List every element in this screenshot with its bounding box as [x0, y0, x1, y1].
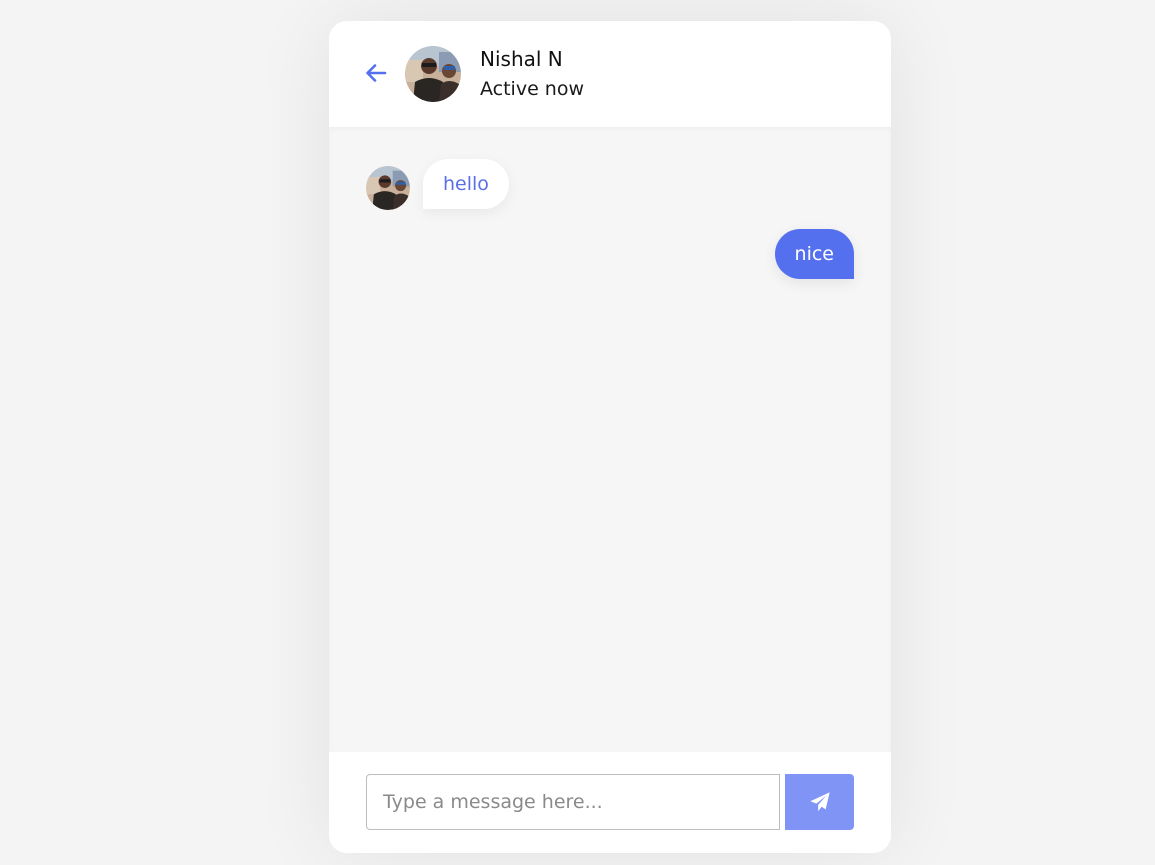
send-button[interactable]: [785, 774, 854, 830]
profile-photo: [366, 166, 410, 210]
profile-photo: [405, 46, 461, 102]
avatar[interactable]: [405, 46, 461, 102]
message-list[interactable]: hello nice: [329, 127, 891, 752]
chat-header: Nishal N Active now: [329, 21, 891, 127]
incoming-message: hello: [423, 159, 509, 209]
arrow-left-icon: [366, 64, 387, 82]
message-input[interactable]: [366, 774, 780, 830]
back-button[interactable]: [364, 61, 388, 85]
message-avatar: [366, 166, 410, 210]
contact-status: Active now: [480, 78, 585, 100]
contact-name: Nishal N: [480, 47, 563, 71]
paper-plane-icon: [809, 792, 830, 812]
composer: [329, 752, 891, 853]
chat-window: Nishal N Active now hello nice Type a me…: [329, 21, 891, 853]
outgoing-message: nice: [774, 229, 854, 279]
